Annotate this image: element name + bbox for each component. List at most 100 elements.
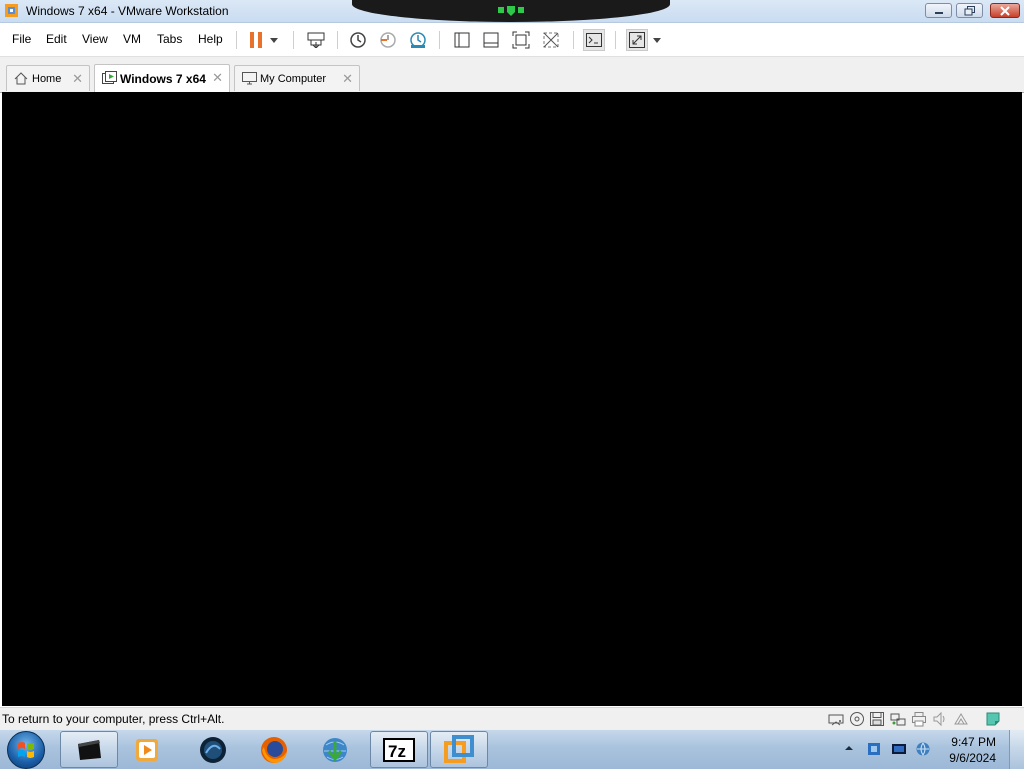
restore-button[interactable] — [956, 3, 983, 18]
tab-label: Home — [32, 73, 62, 85]
internet-download-manager-icon — [323, 737, 347, 762]
printer-icon[interactable] — [911, 711, 927, 727]
pause-button[interactable] — [245, 29, 267, 51]
taskbar-app-4[interactable] — [245, 731, 303, 768]
taskbar-app-3[interactable] — [184, 731, 242, 768]
clock-time: 9:47 PM — [951, 735, 996, 749]
show-desktop-button[interactable] — [1009, 730, 1024, 769]
close-tab-icon[interactable]: ✕ — [342, 71, 353, 87]
unity-icon — [543, 32, 559, 48]
menu-vm[interactable]: VM — [123, 32, 141, 46]
firefox-icon — [261, 736, 287, 763]
toolbar-separator — [573, 31, 574, 49]
taskbar-app-6[interactable]: 7z — [370, 731, 428, 768]
tab-home[interactable]: Home ✕ — [6, 65, 90, 91]
clock-date: 9/6/2024 — [949, 751, 996, 765]
close-tab-icon[interactable]: ✕ — [212, 70, 223, 86]
tab-windows-7-x64[interactable]: Windows 7 x64 ✕ — [94, 64, 230, 92]
computer-icon — [242, 72, 257, 85]
snapshot-manager-icon — [410, 32, 426, 48]
close-icon — [1000, 5, 1010, 16]
menu-help[interactable]: Help — [198, 32, 223, 46]
pause-icon — [250, 32, 262, 48]
menu-toolbar: File Edit View VM Tabs Help — [0, 23, 1024, 57]
tab-my-computer[interactable]: My Computer ✕ — [234, 65, 360, 91]
library-icon — [454, 32, 470, 48]
taskbar-app-2[interactable] — [118, 731, 176, 768]
console-icon — [586, 33, 602, 47]
thumbnail-icon — [483, 32, 499, 48]
status-bar: To return to your computer, press Ctrl+A… — [0, 707, 1024, 730]
stretch-guest-button[interactable] — [626, 29, 648, 51]
toolbar-separator — [439, 31, 440, 49]
menu-view[interactable]: View — [82, 32, 108, 46]
title-bar: Windows 7 x64 - VMware Workstation — [0, 0, 1024, 23]
console-view-button[interactable] — [583, 29, 605, 51]
minimize-icon — [934, 11, 943, 14]
chevron-down-icon — [653, 37, 661, 43]
toolbar-separator — [236, 31, 237, 49]
media-player-icon — [136, 738, 158, 761]
action-center-icon[interactable] — [891, 741, 907, 757]
power-dropdown[interactable] — [267, 29, 281, 51]
snapshot-icon — [350, 32, 366, 48]
bluish-app-icon — [200, 736, 226, 763]
restore-icon — [964, 5, 975, 15]
snapshot-manager-button[interactable] — [407, 29, 429, 51]
vmware-app-icon[interactable] — [4, 3, 19, 18]
tab-label: My Computer — [260, 73, 327, 85]
thumbnail-bar-button[interactable] — [480, 29, 502, 51]
toolbar-separator — [615, 31, 616, 49]
taskbar-app-5[interactable] — [306, 731, 364, 768]
start-button[interactable] — [7, 731, 45, 769]
tab-strip: Home ✕ Windows 7 x64 ✕ My Computer ✕ — [0, 57, 1024, 93]
display-icon[interactable] — [953, 711, 969, 727]
full-screen-icon — [512, 31, 530, 49]
close-button[interactable] — [990, 3, 1020, 18]
home-icon — [14, 72, 28, 85]
message-log-icon[interactable] — [985, 711, 1001, 727]
taskbar-app-1[interactable] — [60, 731, 118, 768]
taskbar-app-7[interactable] — [430, 731, 488, 768]
toolbar-separator — [293, 31, 294, 49]
show-hidden-icons-icon[interactable] — [844, 743, 854, 753]
menu-file[interactable]: File — [12, 32, 31, 46]
chevron-down-icon — [270, 37, 278, 43]
full-screen-button[interactable] — [510, 29, 532, 51]
vmware-tray-icon[interactable] — [866, 741, 882, 757]
network-adapter-icon[interactable] — [890, 711, 906, 727]
cd-dvd-icon[interactable] — [849, 711, 865, 727]
take-snapshot-button[interactable] — [347, 29, 369, 51]
unity-button[interactable] — [540, 29, 562, 51]
revert-snapshot-button[interactable] — [377, 29, 399, 51]
svg-text:7z: 7z — [388, 742, 406, 761]
hard-disk-icon[interactable] — [828, 711, 844, 727]
vm-console-screen[interactable] — [2, 92, 1022, 706]
send-keys-icon — [307, 32, 325, 48]
vmware-icon — [444, 734, 474, 763]
7zip-icon: 7z — [383, 737, 415, 762]
network-icon[interactable] — [915, 741, 931, 757]
toolbar-separator — [337, 31, 338, 49]
menu-edit[interactable]: Edit — [46, 32, 67, 46]
minimize-button[interactable] — [925, 3, 952, 18]
windows-logo-icon — [18, 742, 34, 758]
system-clock[interactable]: 9:47 PM 9/6/2024 — [949, 734, 996, 766]
revert-icon — [380, 32, 396, 48]
sound-card-icon[interactable] — [932, 711, 948, 727]
menu-tabs[interactable]: Tabs — [157, 32, 182, 46]
stretch-icon — [629, 32, 645, 48]
window-title: Windows 7 x64 - VMware Workstation — [26, 4, 229, 18]
pin-icon — [498, 6, 524, 16]
black-app-icon — [78, 739, 101, 760]
close-tab-icon[interactable]: ✕ — [72, 71, 83, 87]
show-library-button[interactable] — [451, 29, 473, 51]
send-ctrl-alt-del-button[interactable] — [305, 29, 327, 51]
status-message: To return to your computer, press Ctrl+A… — [2, 712, 225, 726]
tab-label: Windows 7 x64 — [120, 72, 206, 86]
stretch-dropdown[interactable] — [650, 29, 664, 51]
windows-taskbar: 7z 9:47 PM 9/6/2024 — [0, 729, 1024, 769]
fullscreen-toolbar-handle[interactable] — [352, 0, 670, 22]
vm-icon — [102, 71, 117, 84]
floppy-icon[interactable] — [869, 711, 885, 727]
